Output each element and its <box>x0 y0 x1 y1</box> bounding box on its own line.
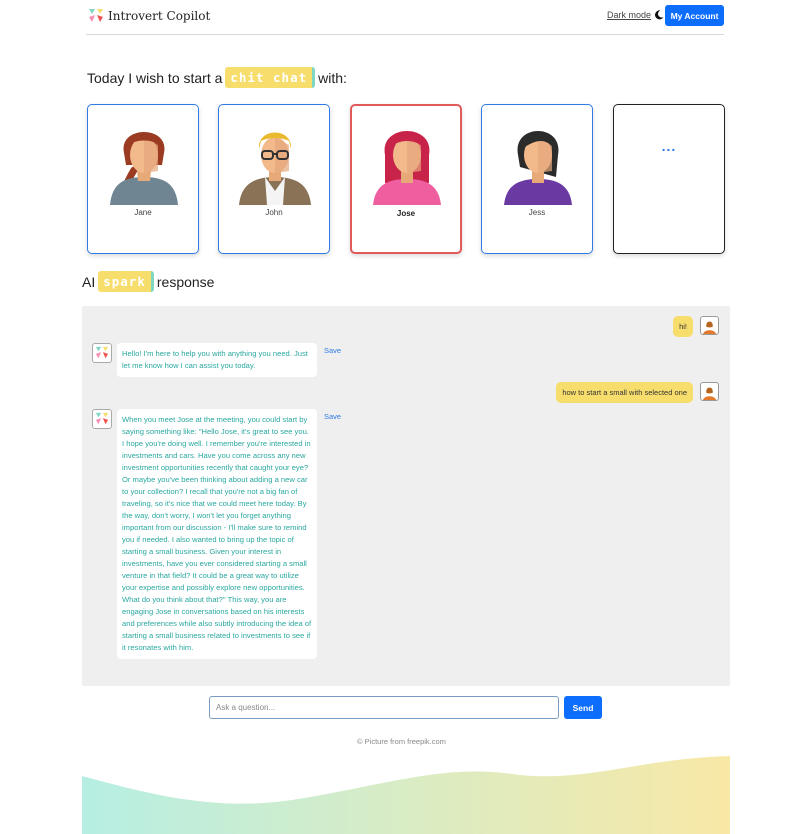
woman-avatar-icon <box>373 131 441 205</box>
my-account-button[interactable]: My Account <box>665 5 724 26</box>
question-input[interactable] <box>209 696 559 719</box>
brand[interactable]: Introvert Copilot <box>88 8 210 24</box>
bot-message: When you meet Jose at the meeting, you c… <box>117 409 317 659</box>
logo-icon <box>89 9 103 22</box>
man-avatar-icon <box>239 132 311 205</box>
moon-icon[interactable] <box>654 10 664 20</box>
top-header: Introvert Copilot Dark mode My Account <box>86 0 724 35</box>
decorative-wave <box>82 756 730 834</box>
chat-target-headline: Today I wish to start a chit chat with: <box>87 67 347 88</box>
save-response-link[interactable]: Save <box>324 346 341 355</box>
spark-highlight: spark <box>98 271 154 292</box>
person-card-john[interactable]: John <box>218 104 330 254</box>
user-avatar-icon <box>700 382 719 401</box>
dark-mode-link[interactable]: Dark mode <box>607 10 651 20</box>
person-name: John <box>265 208 283 217</box>
logo-icon <box>95 412 109 425</box>
more-people-card[interactable]: ... <box>613 104 725 254</box>
headline-prefix: Today I wish to start a <box>87 69 223 86</box>
bot-message: Hello! I'm here to help you with anythin… <box>117 343 317 377</box>
person-card-jose[interactable]: Jose <box>350 104 462 254</box>
dark-mode-toggle[interactable]: Dark mode <box>607 10 664 20</box>
logo-icon <box>95 346 109 359</box>
save-response-link[interactable]: Save <box>324 412 341 421</box>
app-title: Introvert Copilot <box>108 9 211 23</box>
person-card-jess[interactable]: Jess <box>481 104 593 254</box>
bot-avatar <box>92 409 112 429</box>
person-name: Jose <box>396 209 416 218</box>
person-name: Jane <box>134 208 152 217</box>
user-message: how to start a small with selected one <box>556 382 693 403</box>
headline-highlight: chit chat <box>225 67 316 88</box>
woman-avatar-icon <box>504 131 572 205</box>
spark-response-heading: AI spark response <box>82 271 214 292</box>
user-avatar-icon <box>700 316 719 335</box>
headline-suffix: with: <box>318 69 347 86</box>
woman-avatar-icon <box>110 132 178 205</box>
picture-credit: © Picture from freepik.com <box>357 737 446 746</box>
spark-suffix: response <box>156 273 215 290</box>
send-button[interactable]: Send <box>564 696 602 719</box>
spark-prefix: AI <box>82 273 96 290</box>
person-name: Jess <box>528 208 546 217</box>
more-dots: ... <box>661 138 677 154</box>
bot-avatar <box>92 343 112 363</box>
user-message: hi! <box>673 316 693 337</box>
person-card-jane[interactable]: Jane <box>87 104 199 254</box>
chat-panel[interactable]: hi! Hello! I'm here to help you with any… <box>82 306 730 686</box>
